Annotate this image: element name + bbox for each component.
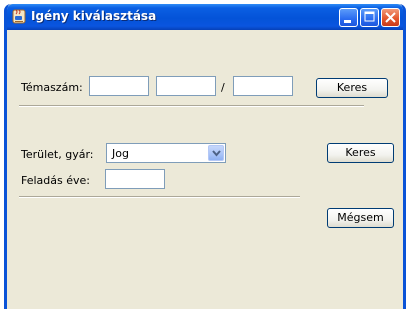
java-cup-icon bbox=[12, 9, 26, 24]
window-title: Igény kiválasztása bbox=[31, 9, 157, 23]
separator-bottom bbox=[19, 196, 300, 198]
terulet-selected-value: Jog bbox=[112, 147, 129, 160]
chevron-down-icon bbox=[212, 150, 221, 157]
feladas-label: Feladás éve: bbox=[21, 174, 90, 187]
temaszam-slash: / bbox=[221, 81, 225, 94]
feladas-ev-field[interactable] bbox=[105, 169, 165, 189]
separator-top bbox=[19, 105, 364, 107]
temaszam-field-2[interactable] bbox=[156, 76, 216, 96]
temaszam-label: Témaszám: bbox=[21, 81, 83, 94]
close-button[interactable] bbox=[381, 8, 400, 27]
temaszam-field-1[interactable] bbox=[89, 76, 149, 96]
maximize-icon bbox=[364, 11, 375, 22]
search-button-temaszam[interactable]: Keres bbox=[316, 78, 388, 98]
temaszam-field-3[interactable] bbox=[233, 76, 293, 96]
title-bar[interactable]: Igény kiválasztása bbox=[7, 4, 403, 30]
search-button-terulet[interactable]: Keres bbox=[327, 143, 394, 163]
terulet-dropdown[interactable]: Jog bbox=[106, 143, 226, 163]
dialog-window: Igény kiválasztása Témaszám: / Keres Ter… bbox=[4, 4, 406, 309]
terulet-label: Terület, gyár: bbox=[21, 148, 94, 161]
dropdown-button[interactable] bbox=[208, 145, 224, 161]
minimize-button[interactable] bbox=[339, 8, 358, 27]
close-icon bbox=[385, 12, 396, 23]
minimize-icon bbox=[344, 20, 351, 23]
cancel-button[interactable]: Mégsem bbox=[327, 208, 394, 228]
maximize-button[interactable] bbox=[360, 8, 379, 27]
